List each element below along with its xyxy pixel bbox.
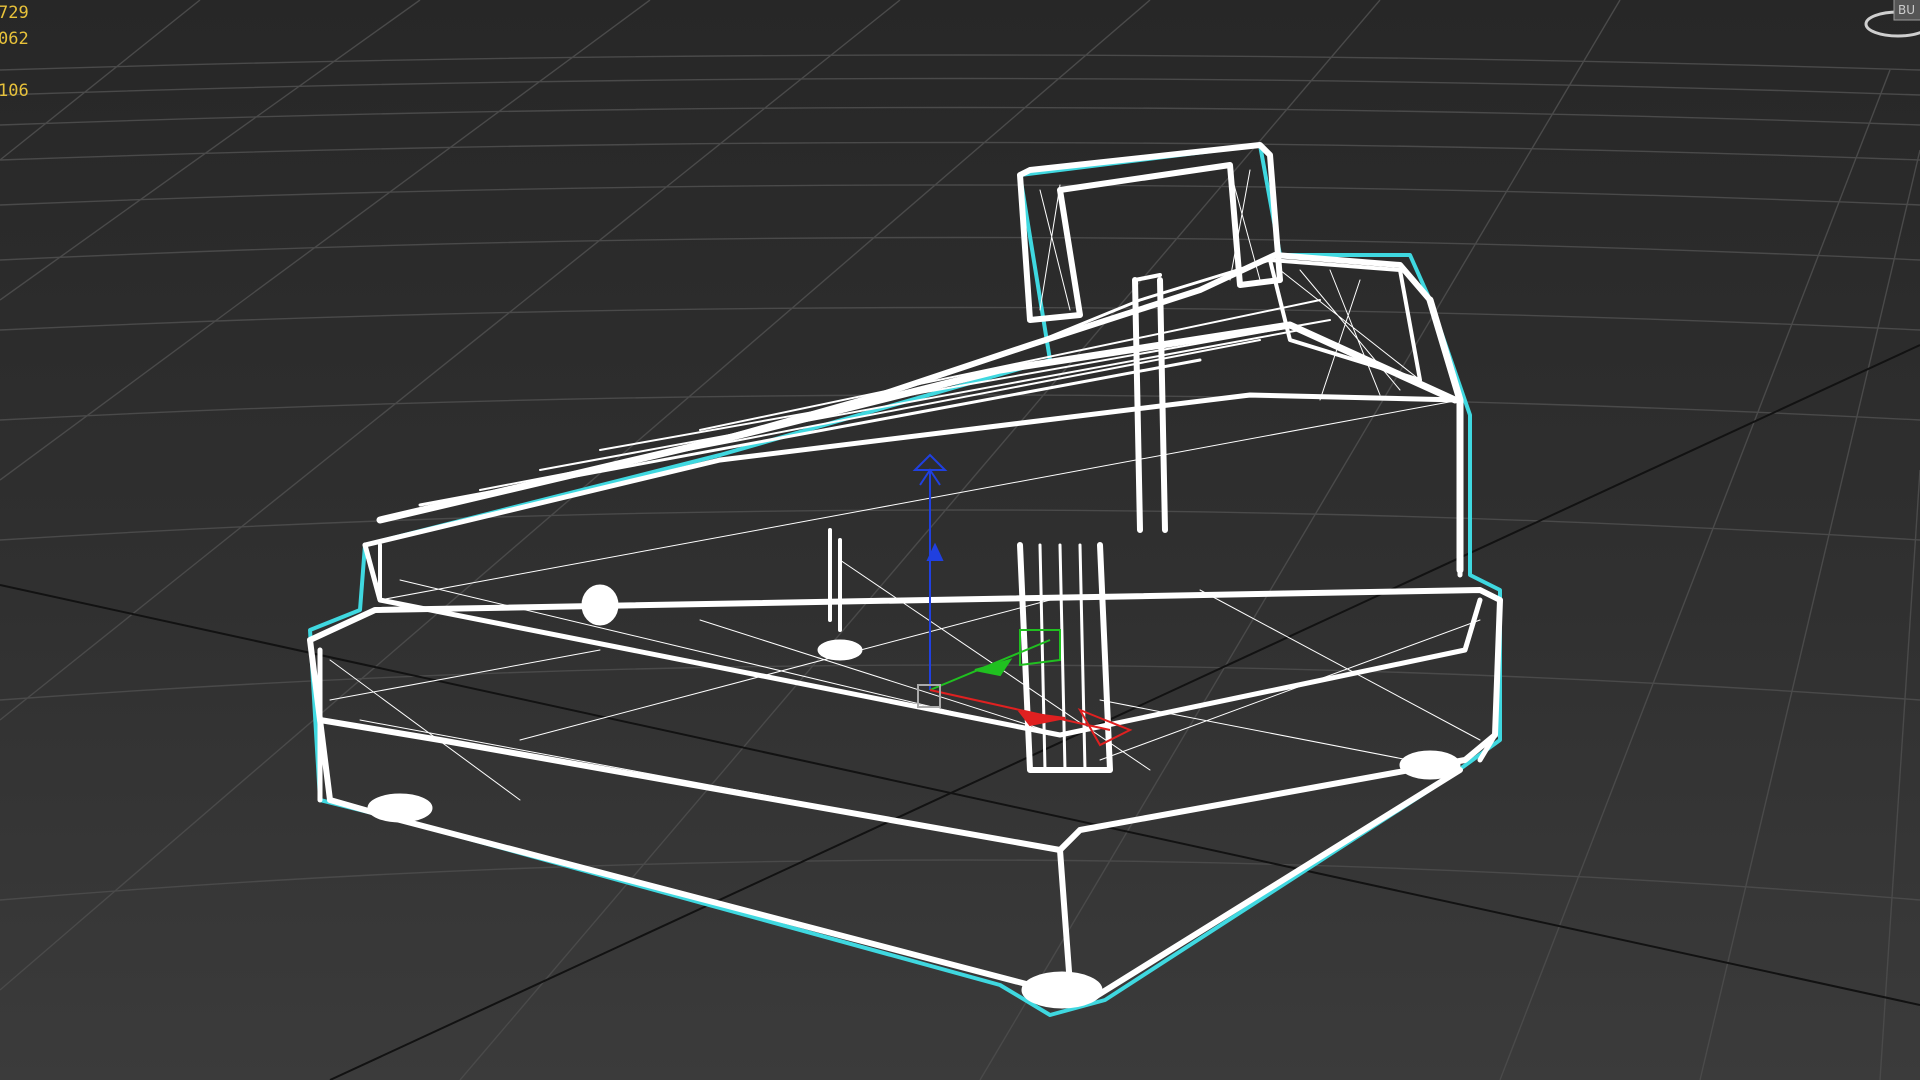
viewport-statistics: 729 062 106 (0, 0, 29, 104)
stat-line-3 (0, 52, 29, 78)
gizmo-z-axis[interactable] (912, 453, 948, 690)
viewcube[interactable]: BU (1850, 0, 1920, 52)
perspective-viewport[interactable]: 729 062 106 BU (0, 0, 1920, 1080)
stat-line-2: 062 (0, 29, 29, 49)
stat-line-1: 729 (0, 3, 29, 23)
viewport-canvas[interactable] (0, 0, 1920, 1080)
furniture-wireframe[interactable] (307, 142, 1503, 1009)
gizmo-y-axis[interactable] (929, 629, 1061, 691)
viewcube-ring-icon: BU (1864, 0, 1920, 38)
home-grid (0, 0, 1920, 1080)
stat-line-4: 106 (0, 81, 29, 101)
viewcube-label: BU (1898, 3, 1915, 17)
